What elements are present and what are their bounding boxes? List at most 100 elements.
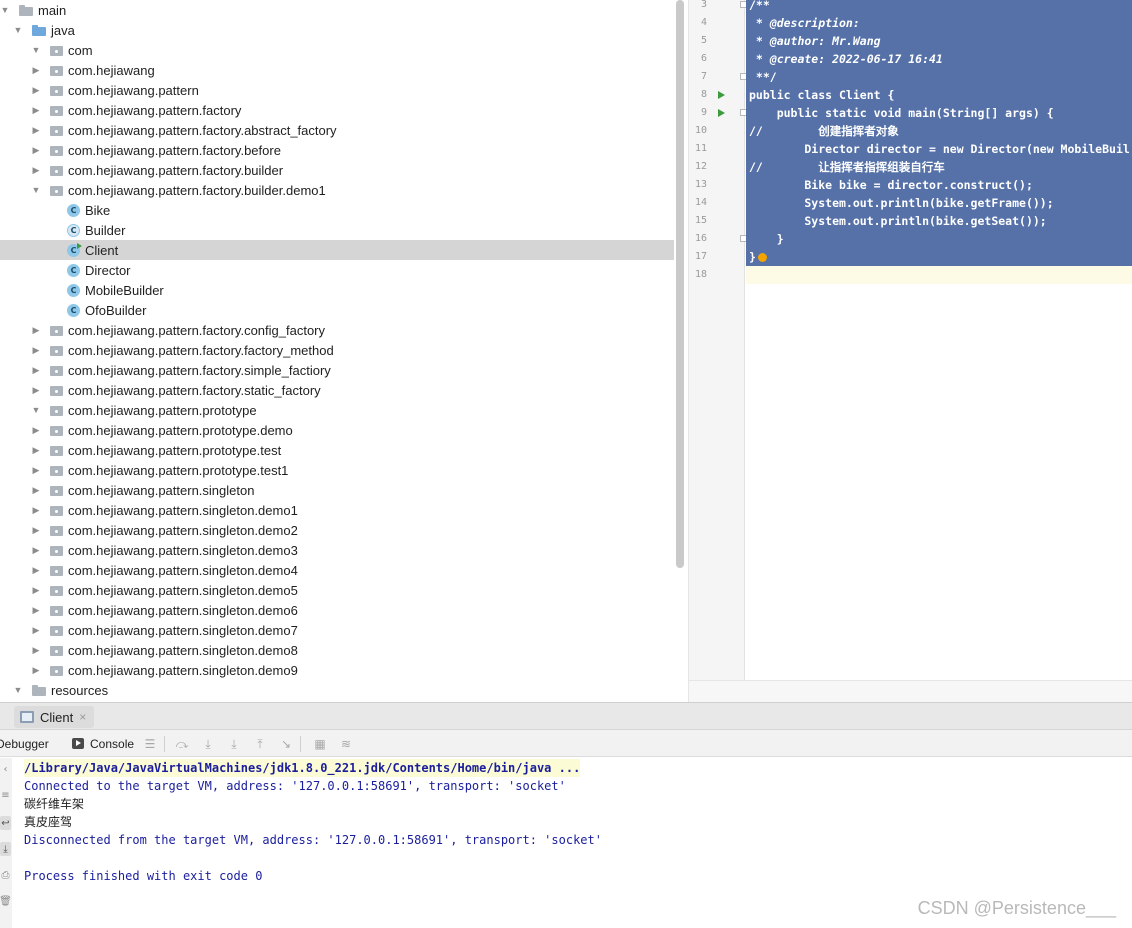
code-line[interactable]: // 让指挥者指挥组装自行车 xyxy=(746,158,1132,176)
code-line[interactable]: } xyxy=(746,230,1132,248)
chevron-right-icon[interactable]: ▶ xyxy=(31,425,41,435)
code-line[interactable]: * @create: 2022-06-17 16:41 xyxy=(746,50,1132,68)
menu-icon[interactable]: ☰ xyxy=(142,736,158,752)
chevron-right-icon[interactable]: ▶ xyxy=(31,345,41,355)
chevron-right-icon[interactable]: ▶ xyxy=(31,465,41,475)
print-icon[interactable]: ⎙ xyxy=(0,868,11,882)
chevron-right-icon[interactable]: ▶ xyxy=(31,125,41,135)
tree-package-item[interactable]: ▶ com.hejiawang.pattern.prototype.demo xyxy=(0,420,674,440)
tree-class-item[interactable]: C Builder xyxy=(0,220,674,240)
tree-package-item[interactable]: ▶ com.hejiawang.pattern xyxy=(0,80,674,100)
chevron-right-icon[interactable]: ▶ xyxy=(31,165,41,175)
chevron-right-icon[interactable]: ▶ xyxy=(31,565,41,575)
tree-class-item[interactable]: C MobileBuilder xyxy=(0,280,674,300)
chevron-down-icon[interactable]: ▼ xyxy=(31,45,41,55)
chevron-right-icon[interactable]: ▶ xyxy=(31,445,41,455)
tree-package-item[interactable]: ▶ com.hejiawang.pattern.factory.abstract_… xyxy=(0,120,674,140)
code-line[interactable]: Bike bike = director.construct(); xyxy=(746,176,1132,194)
tree-class-item[interactable]: C Bike xyxy=(0,200,674,220)
tree-package-item[interactable]: ▶ com.hejiawang.pattern.factory.simple_fa… xyxy=(0,360,674,380)
code-line[interactable]: public static void main(String[] args) { xyxy=(746,104,1132,122)
chevron-down-icon[interactable]: ▼ xyxy=(13,685,23,695)
chevron-down-icon[interactable]: ▼ xyxy=(31,405,41,415)
tree-folder-item[interactable]: ▼ java xyxy=(0,20,674,40)
chevron-right-icon[interactable]: ▶ xyxy=(31,145,41,155)
chevron-right-icon[interactable]: ▶ xyxy=(31,325,41,335)
chevron-right-icon[interactable]: ▶ xyxy=(31,385,41,395)
chevron-right-icon[interactable]: ▶ xyxy=(31,65,41,75)
chevron-right-icon[interactable]: ▶ xyxy=(31,505,41,515)
tree-package-item[interactable]: ▶ com.hejiawang.pattern.singleton.demo5 xyxy=(0,580,674,600)
chevron-right-icon[interactable]: ▶ xyxy=(31,645,41,655)
tree-class-item[interactable]: C Director xyxy=(0,260,674,280)
code-line[interactable]: * @description: xyxy=(746,14,1132,32)
tree-class-item[interactable]: C OfoBuilder xyxy=(0,300,674,320)
tree-folder-item[interactable]: ▼ resources xyxy=(0,680,674,700)
run-to-cursor-icon[interactable]: ↘ xyxy=(278,736,294,752)
tree-package-item[interactable]: ▼ com.hejiawang.pattern.factory.builder.d… xyxy=(0,180,674,200)
tree-package-item[interactable]: ▶ com.hejiawang.pattern.singleton.demo6 xyxy=(0,600,674,620)
tree-package-item[interactable]: ▶ com.hejiawang.pattern.singleton.demo9 xyxy=(0,660,674,680)
chevron-right-icon[interactable]: ▶ xyxy=(31,105,41,115)
tree-folder-item[interactable]: ▼ main xyxy=(0,0,674,20)
tree-package-item[interactable]: ▶ com.hejiawang.pattern.singleton.demo3 xyxy=(0,540,674,560)
scroll-up-icon[interactable]: ‹ xyxy=(0,762,11,776)
code-line[interactable]: * @author: Mr.Wang xyxy=(746,32,1132,50)
step-over-icon[interactable]: ⤼ xyxy=(174,736,190,752)
step-out-icon[interactable]: ⤒ xyxy=(252,736,268,752)
tab-console[interactable]: Console xyxy=(72,730,134,757)
chevron-right-icon[interactable]: ▶ xyxy=(31,605,41,615)
chevron-right-icon[interactable]: ▶ xyxy=(31,525,41,535)
code-line[interactable]: /** xyxy=(746,0,1132,14)
code-line[interactable]: // 创建指挥者对象 xyxy=(746,122,1132,140)
chevron-down-icon[interactable]: ▼ xyxy=(0,5,10,15)
clear-all-icon[interactable]: 🗑 xyxy=(0,894,12,908)
chevron-right-icon[interactable]: ▶ xyxy=(31,485,41,495)
tree-package-item[interactable]: ▶ com.hejiawang.pattern.singleton.demo2 xyxy=(0,520,674,540)
tree-package-item[interactable]: ▼ com xyxy=(0,40,674,60)
tree-package-item[interactable]: ▶ com.hejiawang.pattern.factory.builder xyxy=(0,160,674,180)
tree-package-item[interactable]: ▼ com.hejiawang.pattern.prototype xyxy=(0,400,674,420)
project-tree-scrollbar[interactable] xyxy=(676,0,684,568)
code-line[interactable]: **/ xyxy=(746,68,1132,86)
tree-package-item[interactable]: ▶ com.hejiawang.pattern.factory.static_fa… xyxy=(0,380,674,400)
chevron-down-icon[interactable]: ▼ xyxy=(31,185,41,195)
run-gutter-icon[interactable] xyxy=(718,109,725,117)
tree-package-item[interactable]: ▶ com.hejiawang.pattern.singleton.demo4 xyxy=(0,560,674,580)
force-step-into-icon[interactable]: ⤓ xyxy=(226,736,242,752)
soft-wraps-toggle-icon[interactable]: ↩ xyxy=(0,816,11,830)
tree-package-item[interactable]: ▶ com.hejiawang.pattern.singleton.demo8 xyxy=(0,640,674,660)
chevron-right-icon[interactable]: ▶ xyxy=(31,585,41,595)
tree-package-item[interactable]: ▶ com.hejiawang.pattern.prototype.test xyxy=(0,440,674,460)
scroll-to-end-icon[interactable]: ⤓ xyxy=(0,842,11,856)
tab-debugger[interactable]: Debugger xyxy=(0,730,49,757)
tree-package-item[interactable]: ▶ com.hejiawang.pattern.singleton xyxy=(0,480,674,500)
chevron-right-icon[interactable]: ▶ xyxy=(31,665,41,675)
run-gutter-icon[interactable] xyxy=(718,91,725,99)
chevron-right-icon[interactable]: ▶ xyxy=(31,625,41,635)
editor-horizontal-scrollbar[interactable] xyxy=(689,680,1132,702)
code-line[interactable]: public class Client { xyxy=(746,86,1132,104)
tree-package-item[interactable]: ▶ com.hejiawang.pattern.singleton.demo1 xyxy=(0,500,674,520)
tree-package-item[interactable]: ▶ com.hejiawang.pattern.factory.factory_m… xyxy=(0,340,674,360)
tree-package-item[interactable]: ▶ com.hejiawang.pattern.factory.config_fa… xyxy=(0,320,674,340)
intention-bulb-icon[interactable] xyxy=(758,253,767,262)
tree-package-item[interactable]: ▶ com.hejiawang.pattern.prototype.test1 xyxy=(0,460,674,480)
evaluate-icon[interactable]: ▦ xyxy=(312,736,328,752)
run-tab-client[interactable]: Client × xyxy=(14,706,95,728)
trace-icon[interactable]: ≋ xyxy=(338,736,354,752)
chevron-right-icon[interactable]: ▶ xyxy=(31,545,41,555)
tree-package-item[interactable]: ▶ com.hejiawang.pattern.singleton.demo7 xyxy=(0,620,674,640)
code-line[interactable]: System.out.println(bike.getFrame()); xyxy=(746,194,1132,212)
tree-package-item[interactable]: ▶ com.hejiawang.pattern.factory xyxy=(0,100,674,120)
code-line[interactable]: System.out.println(bike.getSeat()); xyxy=(746,212,1132,230)
code-line[interactable]: } xyxy=(746,248,1132,266)
step-into-icon[interactable]: ⤓ xyxy=(200,736,216,752)
code-line[interactable] xyxy=(746,266,1132,284)
tree-class-item[interactable]: C Client xyxy=(0,240,674,260)
code-editor[interactable]: 3 4 5 6 7 8 9 10 11 12 13 14 15 16 17 18 /** * @descrip… xyxy=(688,0,1132,702)
chevron-right-icon[interactable]: ▶ xyxy=(31,365,41,375)
code-line[interactable]: Director director = new Director(new Mob… xyxy=(746,140,1132,158)
chevron-down-icon[interactable]: ▼ xyxy=(13,25,23,35)
tree-package-item[interactable]: ▶ com.hejiawang.pattern.factory.before xyxy=(0,140,674,160)
